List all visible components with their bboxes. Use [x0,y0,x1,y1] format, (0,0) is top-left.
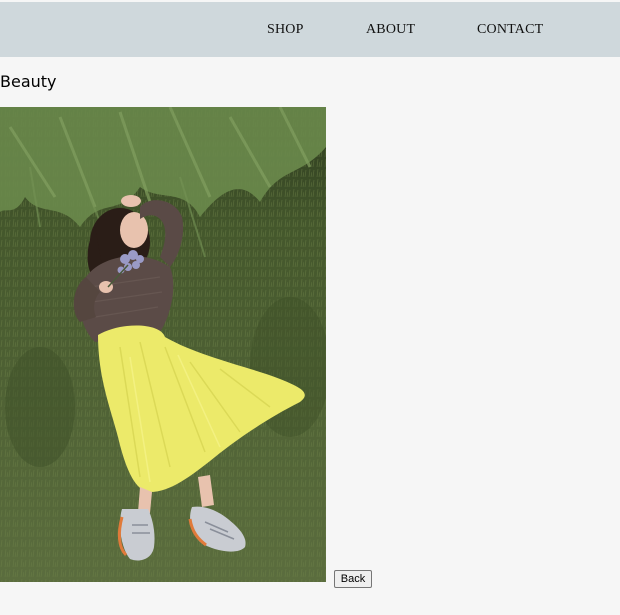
back-button[interactable]: Back [334,570,372,588]
page-title: Beauty [0,72,57,91]
woman-lying-on-grass-illustration [0,107,326,582]
nav-link-about[interactable]: ABOUT [366,22,415,38]
product-photo [0,107,326,582]
top-navigation-bar: SHOP ABOUT CONTACT [0,2,620,57]
nav-link-contact[interactable]: CONTACT [477,22,543,38]
nav-link-shop[interactable]: SHOP [267,22,304,38]
